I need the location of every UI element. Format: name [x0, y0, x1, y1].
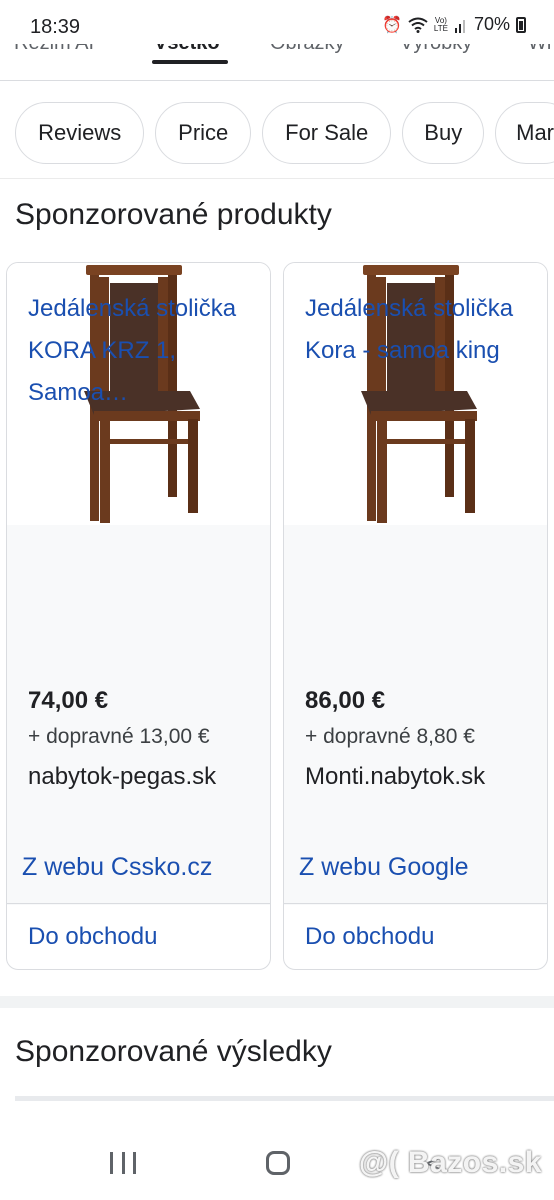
status-bar: 18:39 ⏰ Vo) LTE 70%	[0, 0, 554, 44]
card-body	[7, 525, 270, 905]
card-body	[284, 525, 547, 905]
product-store: Monti.nabytok.sk	[305, 763, 486, 790]
signal-icon	[454, 19, 465, 33]
chip-partial[interactable]: Mar	[495, 102, 554, 164]
system-nav-bar: < @( Bazos.sk	[0, 1126, 554, 1200]
card-divider	[7, 903, 270, 904]
active-tab-indicator	[152, 60, 228, 64]
filter-chips: Reviews Price For Sale Buy Mar	[15, 102, 554, 164]
recents-icon[interactable]	[110, 1152, 136, 1174]
results-divider	[15, 1096, 554, 1101]
battery-percent: 70%	[473, 14, 510, 34]
chips-divider	[0, 178, 554, 179]
volte-icon: Vo) LTE	[433, 15, 448, 33]
status-time: 18:39	[30, 16, 81, 38]
section-separator	[0, 996, 554, 1008]
product-price: 74,00 €	[28, 687, 109, 714]
product-source-link[interactable]: Z webu Google	[299, 853, 469, 882]
card-divider	[284, 903, 547, 904]
sponsored-products-title: Sponzorované produkty	[15, 198, 332, 231]
go-to-store-button[interactable]: Do obchodu	[28, 923, 157, 951]
product-store: nabytok-pegas.sk	[28, 763, 217, 790]
product-source-link[interactable]: Z webu Cssko.cz	[22, 853, 212, 882]
alarm-icon: ⏰	[381, 16, 402, 34]
product-card[interactable]: Jedálenská stolička Kora - samoa king 86…	[283, 262, 548, 970]
go-to-store-button[interactable]: Do obchodu	[305, 923, 434, 951]
product-card[interactable]: Jedálenská stolička KORA KRZ 1, Samoa… 7…	[6, 262, 271, 970]
sponsored-results-title: Sponzorované výsledky	[15, 1035, 332, 1068]
wifi-icon	[408, 17, 428, 33]
status-icons: ⏰ Vo) LTE 70%	[382, 14, 526, 35]
battery-icon	[516, 16, 526, 33]
watermark-logo: @( Bazos.sk	[358, 1146, 542, 1179]
product-shipping: + dopravné 8,80 €	[305, 725, 475, 748]
chip-price[interactable]: Price	[155, 102, 252, 164]
home-icon[interactable]	[266, 1151, 290, 1175]
tabs-divider	[0, 80, 554, 81]
chip-buy[interactable]: Buy	[402, 102, 485, 164]
product-title[interactable]: Jedálenská stolička Kora - samoa king	[305, 288, 525, 372]
chip-for-sale[interactable]: For Sale	[262, 102, 392, 164]
chip-reviews[interactable]: Reviews	[15, 102, 145, 164]
product-price: 86,00 €	[305, 687, 386, 714]
product-title[interactable]: Jedálenská stolička KORA KRZ 1, Samoa…	[28, 288, 248, 414]
product-shipping: + dopravné 13,00 €	[28, 725, 210, 748]
